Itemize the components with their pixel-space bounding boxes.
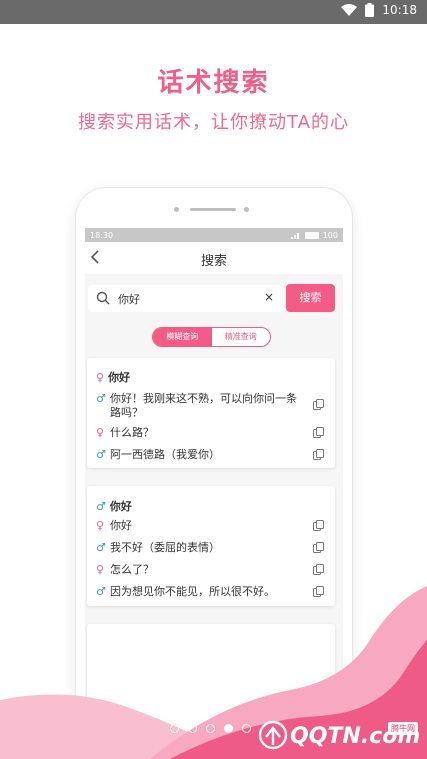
- promo-title: 话术搜索: [157, 68, 270, 98]
- phone-bezel-top: [76, 188, 352, 228]
- inner-status-bar: 18:30 100: [85, 228, 343, 242]
- page-dot-2[interactable]: [188, 724, 197, 733]
- card-heading: ♀ 你好: [96, 369, 130, 385]
- copy-icon[interactable]: [313, 449, 324, 460]
- nav-bar: 搜索: [85, 242, 343, 274]
- search-row: 你好 × 搜索: [85, 274, 343, 318]
- status-bar: 10:18: [0, 0, 427, 24]
- dialog-line: ♂ 你好！我刚来这不熟，可以向你问一条路吗？: [96, 392, 328, 420]
- dialog-text: 阿一西德路（我爱你）: [110, 448, 220, 461]
- camera-dot: [244, 207, 249, 212]
- copy-icon[interactable]: [313, 427, 324, 438]
- card-heading-text: 你好: [109, 500, 132, 513]
- watermark-tag: 腾牛网: [388, 722, 418, 735]
- inner-status-time: 18:30: [90, 230, 114, 240]
- result-card[interactable]: ♀ 你好 ♂ 你好！我刚来这不熟，可以向你问一条路吗？ ♀ 什么路？ ♂ 阿一西…: [87, 358, 335, 468]
- female-icon: ♀: [96, 563, 105, 576]
- dialog-line: ♂ 阿一西德路（我爱你）: [96, 448, 328, 464]
- page-indicator: [170, 724, 251, 733]
- watermark-logo-icon: [258, 720, 288, 750]
- male-icon: ♂: [96, 448, 106, 461]
- dialog-line: ♂ 我不好（委屈的表情）: [96, 541, 328, 557]
- dialog-text: 怎么了？: [110, 563, 154, 576]
- dialog-text: 我不好（委屈的表情）: [110, 541, 220, 554]
- dialog-text: 什么路？: [110, 426, 154, 439]
- mode-toggle-row: 模糊查询 精准查询: [85, 318, 343, 358]
- female-icon: ♀: [96, 370, 105, 384]
- tab-fuzzy-search[interactable]: 模糊查询: [153, 328, 212, 346]
- phone-mockup: 18:30 100 搜索 你好 × 搜索 模糊查询 精准查询 ♀ 你好 ♂ 你好…: [76, 188, 352, 759]
- search-value: 你好: [118, 293, 140, 306]
- page-dot-1[interactable]: [170, 724, 179, 733]
- sensor-dot: [174, 207, 179, 212]
- watermark: QQTN.com 腾牛网: [252, 714, 422, 756]
- dialog-text: 因为想见你不能见，所以很不好。: [110, 585, 275, 598]
- mode-toggle: 模糊查询 精准查询: [152, 327, 271, 347]
- copy-icon[interactable]: [313, 542, 324, 553]
- dialog-text: 你好！我刚来这不熟，可以向你问一条路吗？: [110, 392, 297, 419]
- promo-subtitle: 搜索实用话术，让你撩动TA的心: [78, 112, 349, 133]
- dialog-line: ♂ 因为想见你不能见，所以很不好。: [96, 585, 328, 601]
- status-time: 10:18: [382, 3, 417, 17]
- page-dot-4-active[interactable]: [224, 724, 233, 733]
- inner-battery-level: 100: [322, 230, 338, 240]
- inner-battery-icon: [304, 231, 319, 239]
- result-card[interactable]: ♂ 你好 ♀ 你好 ♂ 我不好（委屈的表情） ♀ 怎么了？ ♂ 因为想见你不能见…: [87, 486, 335, 606]
- male-icon: ♂: [96, 499, 106, 513]
- male-icon: ♂: [96, 541, 106, 554]
- wifi-icon: [341, 4, 358, 16]
- copy-icon[interactable]: [313, 520, 324, 531]
- search-icon: [96, 291, 110, 305]
- phone-screen: 18:30 100 搜索 你好 × 搜索 模糊查询 精准查询 ♀ 你好 ♂ 你好…: [85, 228, 343, 759]
- copy-icon[interactable]: [313, 586, 324, 597]
- male-icon: ♂: [96, 585, 106, 598]
- page-dot-3[interactable]: [206, 724, 215, 733]
- female-icon: ♀: [96, 519, 105, 532]
- female-icon: ♀: [96, 426, 105, 439]
- copy-icon[interactable]: [313, 564, 324, 575]
- copy-icon[interactable]: [313, 399, 324, 410]
- nav-title: 搜索: [200, 254, 227, 269]
- clear-icon[interactable]: ×: [264, 290, 274, 304]
- battery-icon: [365, 3, 375, 17]
- card-heading-text: 你好: [108, 371, 131, 384]
- page-dot-5[interactable]: [242, 724, 251, 733]
- search-input[interactable]: 你好 ×: [88, 285, 282, 312]
- tab-exact-search[interactable]: 精准查询: [212, 328, 271, 346]
- card-heading: ♂ 你好: [96, 498, 132, 514]
- search-button[interactable]: 搜索: [286, 284, 335, 312]
- dialog-line: ♀ 你好: [96, 519, 328, 535]
- signal-icon: [290, 232, 299, 239]
- dialog-line: ♀ 什么路？: [96, 426, 328, 442]
- male-icon: ♂: [96, 392, 106, 405]
- earpiece-speaker: [190, 208, 236, 211]
- dialog-line: ♀ 怎么了？: [96, 563, 328, 579]
- dialog-text: 你好: [110, 519, 132, 532]
